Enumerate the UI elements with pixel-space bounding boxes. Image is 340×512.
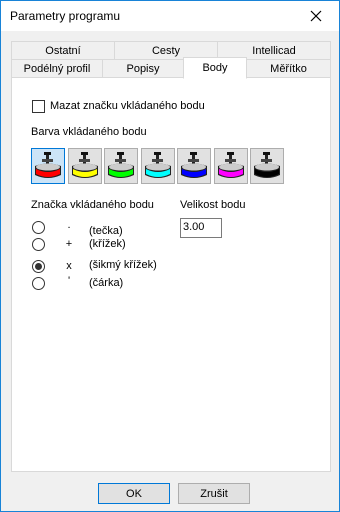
mark-radio-krizek[interactable] [32,238,45,251]
color-swatch-red[interactable] [31,148,65,184]
barva-label: Barva vkládaného bodu [31,126,147,138]
znacka-label: Značka vkládaného bodu [31,199,154,211]
tab-popisy[interactable]: Popisy [102,59,184,79]
tab-meritko[interactable]: Měřítko [246,59,331,79]
mazat-label: Mazat značku vkládaného bodu [50,100,205,112]
tab-podelny-profil[interactable]: Podélný profil [11,59,103,79]
paint-bucket-icon [254,152,280,178]
tab-body[interactable]: Body [183,57,247,79]
dialog-window: Parametry programu Ostatní Cesty Intelli… [0,0,340,512]
velikost-label: Velikost bodu [180,199,246,211]
tab-panel-body: Mazat značku vkládaného bodu Barva vklád… [11,77,331,472]
mark-symbol-krizek: + [65,238,73,250]
color-swatch-cyan[interactable] [140,148,175,184]
color-swatch-yellow[interactable] [67,148,102,184]
ok-button[interactable]: OK [98,483,170,504]
paint-bucket-icon [144,152,171,178]
mark-label-krizek: (křížek) [89,238,126,250]
close-icon [310,10,322,22]
tab-ostatni[interactable]: Ostatní [11,41,115,61]
paint-bucket-icon [35,152,61,178]
mark-symbol-carka: ' [67,275,71,287]
paint-bucket-icon [108,152,134,178]
mark-radio-sikmy-krizek[interactable] [32,260,45,273]
color-swatch-magenta[interactable] [213,148,248,184]
title-bar[interactable]: Parametry programu [1,1,339,31]
paint-bucket-icon [181,152,207,178]
paint-bucket-icon [71,152,98,178]
close-button[interactable] [293,1,339,31]
mark-label-sikmy-krizek: (šikmý křížek) [89,259,157,271]
mark-radio-carka[interactable] [32,277,45,290]
mark-radio-tecka[interactable] [32,221,45,234]
color-swatch-green[interactable] [104,148,138,184]
mark-symbol-tecka: . [67,219,71,231]
cancel-button[interactable]: Zrušit [178,483,250,504]
mark-label-carka: (čárka) [89,277,124,289]
color-swatch-black[interactable] [250,148,284,184]
window-title: Parametry programu [10,9,121,23]
mark-symbol-sikmy-krizek: x [66,260,72,272]
paint-bucket-icon [217,152,244,178]
color-swatch-blue[interactable] [177,148,211,184]
mazat-checkbox[interactable] [32,100,45,113]
mark-label-tecka: (tečka) [89,225,123,237]
velikost-input[interactable]: 3.00 [180,218,222,238]
